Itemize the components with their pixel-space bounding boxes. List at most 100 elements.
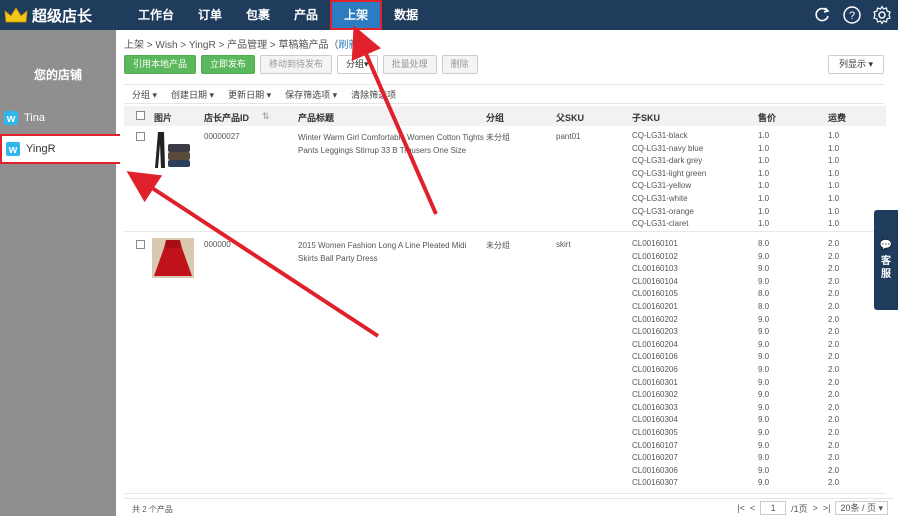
shipping: 2.0 (828, 402, 840, 412)
header-group: 分组 (486, 113, 505, 123)
customer-service-tab[interactable]: 💬 客服 (874, 210, 898, 310)
price: 9.0 (758, 327, 770, 337)
header-shop-id[interactable]: 店长产品ID (204, 111, 249, 124)
child-sku: CL00160207 (632, 453, 678, 463)
app-title: 超级店长 (32, 7, 93, 25)
crown-icon (4, 7, 28, 23)
refresh-icon[interactable] (812, 5, 832, 25)
child-sku: CL00160302 (632, 390, 678, 400)
child-sku: CL00160204 (632, 339, 678, 349)
shipping: 2.0 (828, 390, 840, 400)
child-sku: CQ-LG31-dark grey (632, 156, 703, 166)
price: 9.0 (758, 453, 770, 463)
filter-created-date[interactable]: 创建日期 ▾ (171, 88, 214, 101)
header-image: 图片 (154, 113, 173, 123)
child-sku: CL00160103 (632, 264, 678, 274)
row-checkbox[interactable] (136, 132, 145, 141)
move-to-pending-button[interactable]: 移动到待发布 (260, 55, 333, 74)
breadcrumb-end: ） (358, 40, 369, 51)
pagination: |< < 1 /1页 > >| 20条 / 页 ▾ (737, 501, 888, 515)
child-sku: CL00160202 (632, 314, 678, 324)
page-size-select[interactable]: 20条 / 页 ▾ (835, 501, 888, 515)
shipping: 2.0 (828, 352, 840, 362)
top-icons: ? (812, 5, 892, 25)
row-shipping: 2.0 2.0 2.0 2.0 2.0 2.0 2.0 2.0 2.0 2.0 2.0 2.0 2.0 2… (828, 238, 839, 490)
import-local-button[interactable]: 引用本地产品 (124, 55, 197, 74)
header-price: 售价 (758, 113, 777, 123)
help-icon[interactable]: ? (842, 5, 862, 25)
nav-listing[interactable]: 上架 (330, 0, 383, 30)
select-all-checkbox[interactable] (136, 111, 145, 120)
price: 1.0 (758, 193, 770, 203)
row-group: 未分组 (486, 133, 510, 142)
row-checkbox[interactable] (136, 240, 145, 249)
child-sku: CL00160203 (632, 327, 678, 337)
product-thumbnail[interactable] (152, 238, 194, 278)
sidebar-item-tina[interactable]: w Tina (0, 106, 116, 130)
prev-page-icon[interactable]: < (750, 503, 755, 513)
refresh-link[interactable]: 刷新 (339, 40, 359, 51)
price: 8.0 (758, 301, 770, 311)
svg-text:w: w (6, 113, 16, 125)
first-page-icon[interactable]: |< (737, 503, 745, 513)
product-thumbnail[interactable] (152, 130, 194, 170)
price: 1.0 (758, 143, 770, 153)
nav-products[interactable]: 产品 (282, 0, 330, 30)
shipping: 2.0 (828, 314, 840, 324)
row-title[interactable]: Winter Warm Girl Comfortable Women Cotto… (298, 132, 486, 157)
last-page-icon[interactable]: >| (823, 503, 831, 513)
shipping: 1.0 (828, 168, 840, 178)
publish-now-button[interactable]: 立即发布 (201, 55, 256, 74)
filter-save[interactable]: 保存筛选项 ▾ (285, 88, 337, 101)
nav-orders[interactable]: 订单 (186, 0, 234, 30)
child-sku: CL00160102 (632, 251, 678, 261)
shipping: 2.0 (828, 440, 840, 450)
filter-updated-date[interactable]: 更新日期 ▾ (228, 88, 271, 101)
toolbar: 引用本地产品 立即发布 移动到待发布 分组▾ 批量处理 删除 (124, 55, 478, 74)
price: 9.0 (758, 427, 770, 437)
price: 9.0 (758, 251, 770, 261)
price: 8.0 (758, 289, 770, 299)
price: 9.0 (758, 402, 770, 412)
next-page-icon[interactable]: > (813, 503, 818, 513)
wish-icon: w (4, 111, 18, 125)
child-sku: CL00160303 (632, 402, 678, 412)
price: 9.0 (758, 352, 770, 362)
shipping: 1.0 (828, 143, 840, 153)
shipping: 1.0 (828, 193, 840, 203)
chat-icon: 💬 (879, 240, 893, 251)
delete-button[interactable]: 删除 (441, 55, 478, 74)
child-sku: CL00160104 (632, 276, 678, 286)
header-parent-sku: 父SKU (556, 113, 585, 123)
shipping: 2.0 (828, 415, 840, 425)
shipping: 1.0 (828, 206, 840, 216)
price: 1.0 (758, 168, 770, 178)
svg-text:w: w (8, 144, 18, 156)
header-title: 产品标题 (298, 113, 335, 123)
table-row[interactable]: 000000 2015 Women Fashion Long A Line Pl… (124, 236, 886, 494)
sort-icon[interactable]: ⇅ (262, 111, 270, 122)
child-sku: CQ-LG31-black (632, 131, 688, 140)
shipping: 1.0 (828, 131, 840, 140)
page-input[interactable]: 1 (760, 501, 787, 515)
child-sku: CL00160306 (632, 465, 678, 475)
price: 1.0 (758, 181, 770, 191)
table-footer: 共 2 个产品 |< < 1 /1页 > >| 20条 / 页 ▾ (124, 498, 894, 516)
row-title[interactable]: 2015 Women Fashion Long A Line Pleated M… (298, 240, 486, 265)
batch-button[interactable]: 批量处理 (382, 55, 437, 74)
column-display-button[interactable]: 列显示 ▾ (827, 55, 884, 74)
settings-icon[interactable] (872, 5, 892, 25)
sidebar-item-yingr[interactable]: w YingR (0, 134, 122, 164)
app-logo[interactable]: 超级店长 (4, 4, 92, 26)
group-button[interactable]: 分组▾ (337, 55, 378, 74)
filter-clear[interactable]: 清除筛选项 (351, 88, 396, 101)
child-sku: CQ-LG31-orange (632, 206, 694, 216)
filter-group[interactable]: 分组 ▾ (132, 88, 157, 101)
price: 1.0 (758, 156, 770, 166)
row-prices: 1.0 1.0 1.0 1.0 1.0 1.0 1.0 1.0 (758, 130, 769, 231)
shipping: 2.0 (828, 301, 840, 311)
nav-packages[interactable]: 包裹 (234, 0, 282, 30)
nav-data[interactable]: 数据 (382, 0, 430, 30)
table-row[interactable]: 00000027 Winter Warm Girl Comfortable Wo… (124, 128, 886, 232)
nav-dashboard[interactable]: 工作台 (126, 0, 186, 30)
